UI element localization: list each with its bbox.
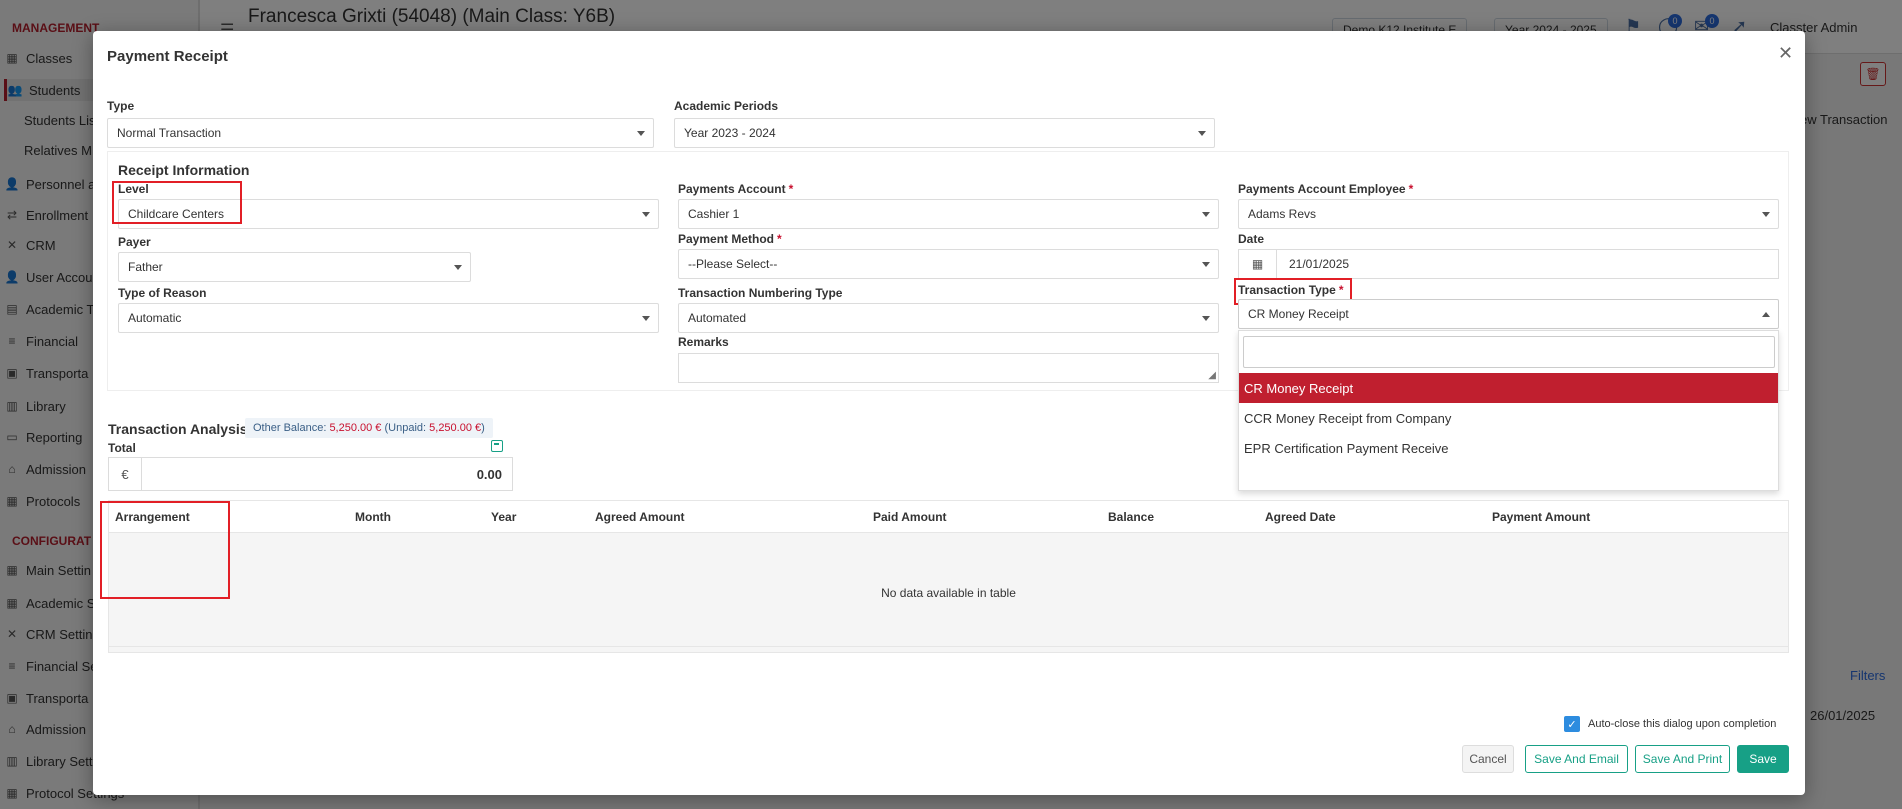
total-label: Total xyxy=(108,441,136,455)
academic-periods-select[interactable]: Year 2023 - 2024 xyxy=(674,118,1215,148)
payment-method-label: Payment Method * xyxy=(678,232,782,246)
type-select[interactable]: Normal Transaction xyxy=(107,118,654,148)
payments-account-select[interactable]: Cashier 1 xyxy=(678,199,1219,229)
chevron-down-icon xyxy=(637,131,645,136)
date-field[interactable]: ▦ 21/01/2025 xyxy=(1238,249,1779,279)
cancel-button[interactable]: Cancel xyxy=(1462,745,1514,773)
column-agreed-amount[interactable]: Agreed Amount xyxy=(595,510,685,524)
empty-table-message: No data available in table xyxy=(881,585,1016,600)
chevron-down-icon xyxy=(1762,212,1770,217)
transaction-type-option-epr[interactable]: EPR Certification Payment Receive xyxy=(1239,433,1778,463)
transaction-type-dropdown: CR Money Receipt CCR Money Receipt from … xyxy=(1238,330,1779,491)
chevron-down-icon xyxy=(1202,212,1210,217)
resize-grip-icon[interactable]: ◢ xyxy=(1208,370,1216,381)
receipt-information-title: Receipt Information xyxy=(118,162,250,178)
save-and-print-button[interactable]: Save And Print xyxy=(1635,745,1730,773)
column-payment-amount[interactable]: Payment Amount xyxy=(1492,510,1590,524)
remarks-label: Remarks xyxy=(678,335,729,349)
column-month[interactable]: Month xyxy=(355,510,391,524)
chevron-down-icon xyxy=(642,212,650,217)
transaction-type-option-ccr[interactable]: CCR Money Receipt from Company xyxy=(1239,403,1778,433)
chevron-up-icon xyxy=(1762,312,1770,317)
remarks-textarea[interactable]: ◢ xyxy=(678,353,1219,383)
payer-label: Payer xyxy=(118,235,151,249)
column-year[interactable]: Year xyxy=(491,510,516,524)
highlight-level xyxy=(112,181,242,224)
total-amount: 0.00 xyxy=(476,466,502,482)
save-and-email-button[interactable]: Save And Email xyxy=(1525,745,1628,773)
transaction-type-option-cr[interactable]: CR Money Receipt xyxy=(1239,373,1778,403)
currency-symbol: € xyxy=(109,458,142,490)
payment-receipt-modal: Payment Receipt ✕ Type Normal Transactio… xyxy=(93,31,1805,795)
checkbox-checked-icon[interactable]: ✓ xyxy=(1564,716,1580,732)
close-icon[interactable]: ✕ xyxy=(1778,43,1793,64)
column-agreed-date[interactable]: Agreed Date xyxy=(1265,510,1336,524)
payer-select[interactable]: Father xyxy=(118,252,471,282)
transaction-type-select[interactable]: CR Money Receipt xyxy=(1238,299,1779,329)
modal-title: Payment Receipt xyxy=(107,48,228,65)
calculator-icon[interactable] xyxy=(491,440,503,452)
column-paid-amount[interactable]: Paid Amount xyxy=(873,510,947,524)
transaction-numbering-type-label: Transaction Numbering Type xyxy=(678,286,843,300)
table-footer xyxy=(109,646,1788,652)
table-header: Arrangement Month Year Agreed Amount Pai… xyxy=(109,501,1788,533)
chevron-down-icon xyxy=(642,316,650,321)
column-balance[interactable]: Balance xyxy=(1108,510,1154,524)
date-label: Date xyxy=(1238,232,1265,246)
payments-account-employee-label: Payments Account Employee * xyxy=(1238,182,1414,196)
chevron-down-icon xyxy=(454,265,462,270)
chevron-down-icon xyxy=(1202,316,1210,321)
transaction-analysis-title: Transaction Analysis xyxy=(108,421,248,437)
save-button[interactable]: Save xyxy=(1737,745,1789,773)
table-body: No data available in table xyxy=(109,533,1788,652)
payment-method-select[interactable]: --Please Select-- xyxy=(678,249,1219,279)
type-of-reason-select[interactable]: Automatic xyxy=(118,303,659,333)
highlight-arrangement xyxy=(100,501,230,599)
type-of-reason-label: Type of Reason xyxy=(118,286,207,300)
other-balance-badge: Other Balance: 5,250.00 € (Unpaid: 5,250… xyxy=(245,418,493,438)
chevron-down-icon xyxy=(1202,262,1210,267)
payments-account-employee-select[interactable]: Adams Revs xyxy=(1238,199,1779,229)
payments-account-label: Payments Account * xyxy=(678,182,794,196)
chevron-down-icon xyxy=(1198,131,1206,136)
transaction-type-search-input[interactable] xyxy=(1243,336,1775,368)
calendar-icon[interactable]: ▦ xyxy=(1239,250,1277,278)
transaction-table: Arrangement Month Year Agreed Amount Pai… xyxy=(108,500,1789,653)
autoclose-option[interactable]: ✓ Auto-close this dialog upon completion xyxy=(1564,716,1776,732)
academic-periods-label: Academic Periods xyxy=(674,99,779,113)
transaction-numbering-type-select[interactable]: Automated xyxy=(678,303,1219,333)
total-field: € 0.00 xyxy=(108,457,513,491)
type-label: Type xyxy=(107,99,135,113)
